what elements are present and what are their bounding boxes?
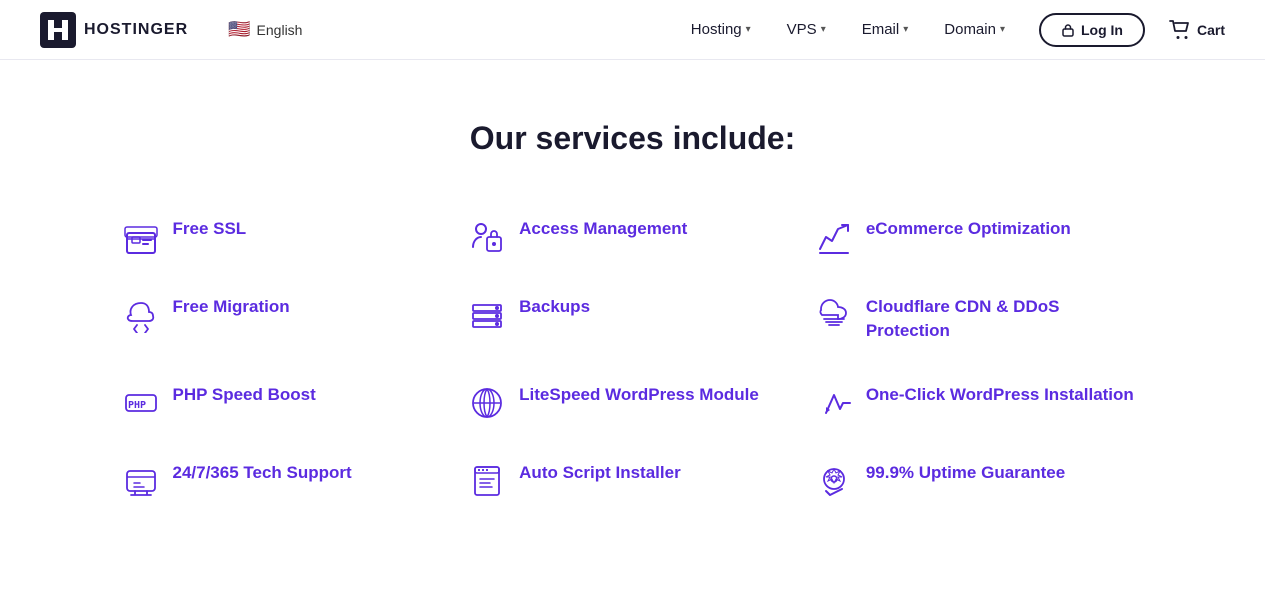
free-ssl-label: Free SSL — [173, 217, 247, 241]
support-icon — [123, 463, 159, 499]
login-button[interactable]: Log In — [1039, 13, 1145, 47]
login-label: Log In — [1081, 22, 1123, 38]
flag-icon: 🇺🇸 — [228, 19, 250, 40]
ssl-icon — [123, 219, 159, 255]
service-backups: Backups — [469, 295, 796, 343]
access-management-label: Access Management — [519, 217, 687, 241]
logo-text: HOSTINGER — [84, 21, 188, 39]
chevron-down-icon: ▾ — [1000, 24, 1005, 35]
lock-icon — [1061, 23, 1075, 37]
service-ecommerce: eCommerce Optimization — [816, 217, 1143, 255]
language-selector[interactable]: 🇺🇸 English — [228, 19, 302, 40]
service-litespeed: LiteSpeed WordPress Module — [469, 383, 796, 421]
nav-vps[interactable]: VPS ▾ — [773, 13, 840, 46]
php-label: PHP Speed Boost — [173, 383, 316, 407]
service-support: 24/7/365 Tech Support — [123, 461, 450, 499]
ecommerce-label: eCommerce Optimization — [866, 217, 1071, 241]
nav-domain[interactable]: Domain ▾ — [930, 13, 1019, 46]
service-migration: Free Migration — [123, 295, 450, 343]
uptime-label: 99.9% Uptime Guarantee — [866, 461, 1065, 485]
logo-icon — [40, 12, 76, 48]
service-cloudflare: Cloudflare CDN & DDoS Protection — [816, 295, 1143, 343]
access-icon — [469, 219, 505, 255]
oneclick-icon — [816, 385, 852, 421]
svg-text:PHP: PHP — [128, 400, 146, 411]
cart-label: Cart — [1197, 22, 1225, 38]
litespeed-label: LiteSpeed WordPress Module — [519, 383, 759, 407]
cloudflare-icon — [816, 297, 852, 333]
backups-icon — [469, 297, 505, 333]
chevron-down-icon: ▾ — [821, 24, 826, 35]
service-script: Auto Script Installer — [469, 461, 796, 499]
cart-icon — [1169, 20, 1191, 40]
chevron-down-icon: ▾ — [746, 24, 751, 35]
wordpress-icon — [469, 385, 505, 421]
nav-vps-label: VPS — [787, 21, 817, 38]
cloudflare-label: Cloudflare CDN & DDoS Protection — [866, 295, 1143, 343]
php-icon: PHP — [123, 385, 159, 421]
language-label: English — [257, 22, 303, 38]
nav-hosting[interactable]: Hosting ▾ — [677, 13, 765, 46]
ecommerce-icon — [816, 219, 852, 255]
nav-domain-label: Domain — [944, 21, 996, 38]
migration-icon — [123, 297, 159, 333]
nav-email[interactable]: Email ▾ — [848, 13, 923, 46]
free-migration-label: Free Migration — [173, 295, 290, 319]
service-uptime: 99.9% Uptime Guarantee — [816, 461, 1143, 499]
service-oneclick: One-Click WordPress Installation — [816, 383, 1143, 421]
script-icon — [469, 463, 505, 499]
oneclick-label: One-Click WordPress Installation — [866, 383, 1134, 407]
uptime-icon — [816, 463, 852, 499]
service-free-ssl: Free SSL — [123, 217, 450, 255]
service-access-management: Access Management — [469, 217, 796, 255]
nav-links: Hosting ▾ VPS ▾ Email ▾ Domain ▾ Log In — [677, 13, 1225, 47]
service-php: PHP PHP Speed Boost — [123, 383, 450, 421]
nav-hosting-label: Hosting — [691, 21, 742, 38]
logo-link[interactable]: HOSTINGER — [40, 12, 188, 48]
main-content: Our services include: Free SSL — [83, 60, 1183, 579]
script-installer-label: Auto Script Installer — [519, 461, 681, 485]
tech-support-label: 24/7/365 Tech Support — [173, 461, 352, 485]
navbar: HOSTINGER 🇺🇸 English Hosting ▾ VPS ▾ Ema… — [0, 0, 1265, 60]
cart-button[interactable]: Cart — [1169, 20, 1225, 40]
chevron-down-icon: ▾ — [903, 24, 908, 35]
backups-label: Backups — [519, 295, 590, 319]
section-title: Our services include: — [123, 120, 1143, 157]
services-grid: Free SSL Access Management eCommerce Opt… — [123, 217, 1143, 499]
nav-email-label: Email — [862, 21, 900, 38]
